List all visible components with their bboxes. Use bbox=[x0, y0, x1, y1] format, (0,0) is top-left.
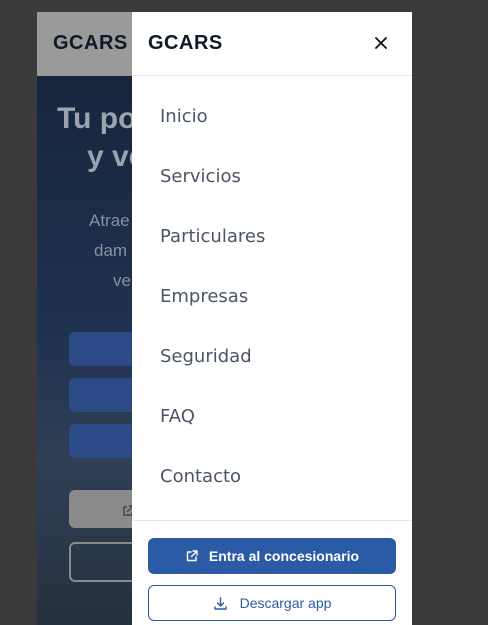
enter-dealership-label: Entra al concesionario bbox=[208, 548, 360, 564]
nav-item-seguridad[interactable]: Seguridad bbox=[132, 316, 412, 376]
nav-item-inicio[interactable]: Inicio bbox=[132, 76, 412, 136]
close-button[interactable] bbox=[370, 32, 392, 54]
nav-item-faq[interactable]: FAQ bbox=[132, 376, 412, 436]
hero-title-line1: Tu po bbox=[57, 102, 137, 135]
nav-item-servicios[interactable]: Servicios bbox=[132, 136, 412, 196]
enter-dealership-button[interactable]: Entra al concesionario bbox=[148, 538, 396, 574]
drawer-logo[interactable]: GCARS bbox=[148, 32, 223, 55]
drawer-nav: Inicio Servicios Particulares Empresas S… bbox=[132, 76, 412, 496]
drawer-footer: Entra al concesionario Descargar app bbox=[132, 520, 412, 625]
hero-sub-line2: dam bbox=[94, 241, 128, 260]
mobile-menu-drawer: GCARS Inicio Servicios Particulares Empr… bbox=[132, 12, 412, 625]
download-app-label: Descargar app bbox=[239, 595, 332, 611]
hero-subtitle: Atrae dam ve bbox=[89, 206, 131, 296]
drawer-header: GCARS bbox=[132, 12, 412, 76]
close-icon bbox=[375, 37, 387, 49]
external-link-icon bbox=[185, 549, 199, 563]
nav-item-empresas[interactable]: Empresas bbox=[132, 256, 412, 316]
page-logo: GCARS bbox=[53, 32, 128, 54]
hero-sub-line1: Atrae bbox=[89, 211, 130, 230]
download-app-button[interactable]: Descargar app bbox=[148, 585, 396, 621]
nav-item-particulares[interactable]: Particulares bbox=[132, 196, 412, 256]
nav-item-contacto[interactable]: Contacto bbox=[132, 436, 412, 496]
download-icon bbox=[213, 596, 228, 611]
hero-sub-line3: ve bbox=[113, 271, 131, 290]
